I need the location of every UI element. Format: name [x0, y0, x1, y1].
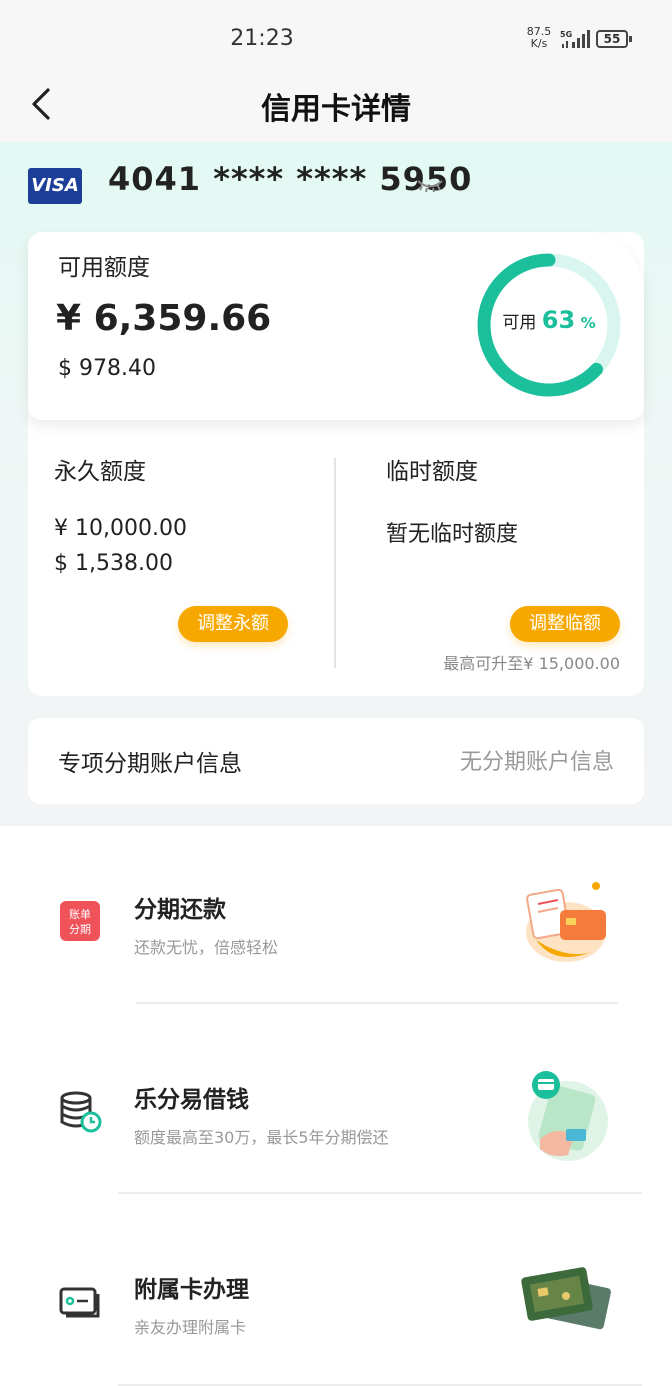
- service-subtitle-loan: 额度最高至30万，最长5年分期偿还: [134, 1128, 389, 1147]
- available-ratio-text: 可用 63 %: [474, 306, 624, 334]
- installment-account-label: 专项分期账户信息: [58, 751, 242, 777]
- signal-label: 5G: [560, 30, 572, 39]
- coin-stack-clock-icon: [60, 1091, 102, 1133]
- available-credit-label: 可用额度: [58, 255, 150, 281]
- battery-icon: 55: [596, 30, 632, 48]
- temporary-limit-title: 临时额度: [386, 459, 478, 485]
- status-time: 21:23: [230, 26, 294, 51]
- available-credit-usd: $ 978.40: [58, 356, 156, 381]
- available-credit-cny: ¥ 6,359.66: [56, 298, 272, 339]
- available-ratio-sign: %: [580, 314, 596, 332]
- permanent-limit-cny: ¥ 10,000.00: [54, 516, 187, 541]
- visa-logo: VISA: [28, 168, 82, 204]
- temporary-limit-max-note: 最高可升至¥ 15,000.00: [443, 654, 620, 673]
- service-title-loan: 乐分易借钱: [134, 1087, 249, 1113]
- status-bar: 21:23 87.5 K/s 5G 55: [0, 0, 672, 72]
- permanent-limit-usd: $ 1,538.00: [54, 551, 173, 576]
- service-subtitle-supplementary-card: 亲友办理附属卡: [134, 1318, 247, 1337]
- phone-loan-illustration: [528, 1071, 608, 1161]
- signal-icon: 5G: [560, 30, 590, 48]
- service-subtitle-installment-repay: 还款无忧，倍感轻松: [134, 938, 279, 957]
- bill-installment-icon: 账单 分期: [60, 901, 100, 941]
- service-title-supplementary-card: 附属卡办理: [134, 1277, 249, 1303]
- bill-installment-icon-top: 账单: [69, 908, 91, 921]
- eye-closed-icon[interactable]: [416, 178, 444, 194]
- bill-installment-icon-bottom: 分期: [69, 923, 91, 936]
- permanent-limit-title: 永久额度: [54, 459, 146, 485]
- page-title: 信用卡详情: [261, 92, 411, 127]
- card-payment-illustration: [526, 882, 606, 962]
- available-ratio-label: 可用: [502, 313, 537, 333]
- net-speed: 87.5 K/s: [524, 26, 554, 50]
- available-ratio-percent: 63: [541, 306, 576, 334]
- adjust-temporary-button[interactable]: 调整临额: [510, 606, 620, 642]
- nav-bar: 信用卡详情: [0, 72, 672, 142]
- adjust-permanent-button[interactable]: 调整永额: [178, 606, 288, 642]
- service-title-installment-repay: 分期还款: [134, 897, 226, 923]
- temporary-limit-value: 暂无临时额度: [386, 522, 519, 547]
- limit-divider: [334, 458, 336, 668]
- installment-account-value: 无分期账户信息: [459, 750, 614, 775]
- cards-illustration: [521, 1267, 611, 1330]
- net-speed-unit: K/s: [530, 37, 548, 50]
- card-icon: [59, 1287, 100, 1318]
